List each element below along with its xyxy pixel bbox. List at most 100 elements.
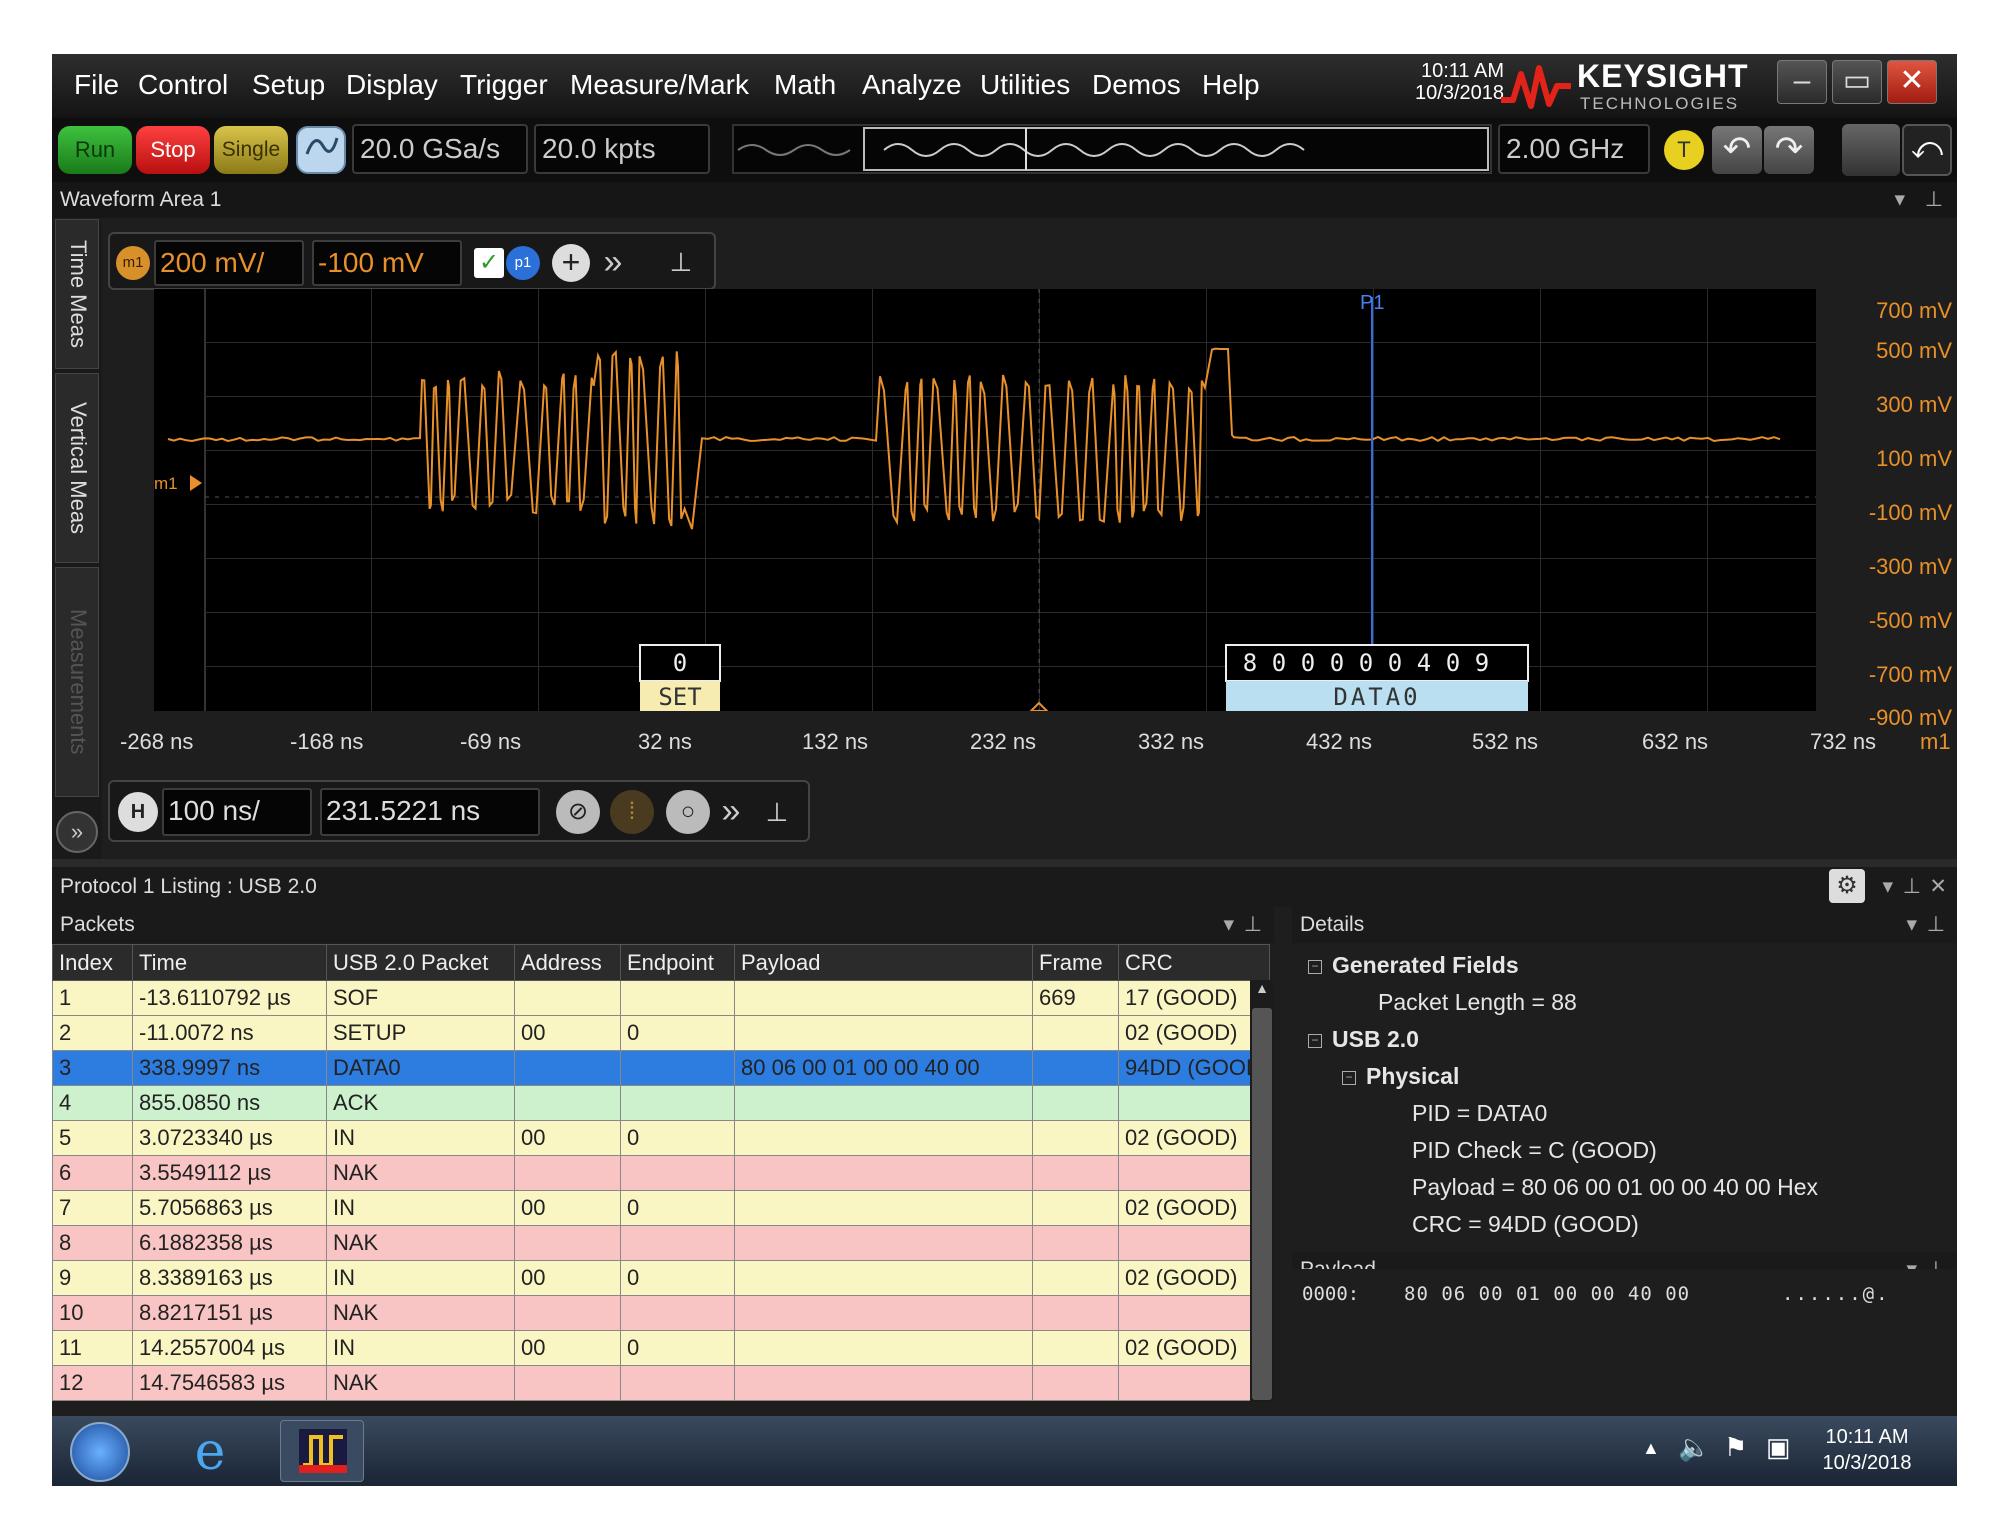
redo-icon[interactable]: ↷ [1764, 126, 1814, 174]
details-tree-node[interactable]: CRC = 94DD (GOOD) [1412, 1211, 1639, 1238]
menu-utilities[interactable]: Utilities [980, 69, 1070, 101]
zero-delay-icon[interactable]: ⊘ [556, 790, 600, 834]
tree-collapse-icon[interactable]: − [1308, 960, 1322, 974]
undo-icon[interactable]: ↶ [1712, 126, 1762, 174]
close-icon[interactable]: ✕ [1929, 867, 1947, 907]
scrollbar-thumb[interactable] [1252, 1008, 1272, 1400]
column-header[interactable]: USB 2.0 Packet [327, 945, 515, 981]
panel-layout-icon[interactable] [1842, 124, 1900, 176]
menu-setup[interactable]: Setup [252, 69, 325, 101]
menu-control[interactable]: Control [138, 69, 228, 101]
start-button-icon[interactable] [70, 1422, 130, 1482]
column-header[interactable]: Index [53, 945, 133, 981]
stop-button[interactable]: Stop [136, 126, 210, 174]
column-header[interactable]: Time [133, 945, 327, 981]
menu-display[interactable]: Display [346, 69, 438, 101]
packet-row[interactable]: 9 8.3389163 µs IN 00 0 02 (GOOD) [53, 1261, 1270, 1296]
network-icon[interactable]: ▣ [1766, 1432, 1791, 1463]
scroll-up-icon[interactable]: ▲ [1254, 980, 1270, 1002]
sample-rate-readout[interactable]: 20.0 GSa/s [352, 124, 528, 174]
probe-badge[interactable]: p1 [506, 246, 540, 280]
action-center-flag-icon[interactable]: ⚑ [1724, 1432, 1747, 1463]
column-header[interactable]: Address [515, 945, 621, 981]
packets-scrollbar[interactable]: ▲ [1250, 980, 1274, 1402]
run-button[interactable]: Run [58, 126, 132, 174]
internet-explorer-icon[interactable]: e [180, 1424, 240, 1480]
panel-dropdown-icon[interactable]: ▾ [1894, 182, 1905, 218]
tab-time-meas[interactable]: Time Meas [55, 219, 99, 369]
packet-row[interactable]: 8 6.1882358 µs NAK [53, 1226, 1270, 1261]
math-badge[interactable]: m1 [116, 246, 150, 280]
checkbox-checked-icon[interactable]: ✓ [474, 248, 504, 278]
details-tree-node[interactable]: Packet Length = 88 [1378, 989, 1577, 1016]
packet-row[interactable]: 1 -13.6110792 µs SOF 669 17 (GOOD) [53, 981, 1270, 1016]
details-tree-node[interactable]: PID = DATA0 [1412, 1100, 1547, 1127]
zoom-window-icon[interactable]: ⁞ [610, 790, 654, 834]
panel-dropdown-icon[interactable]: ▾ [1882, 867, 1893, 907]
pin-icon[interactable]: ⊥ [762, 790, 792, 834]
single-button[interactable]: Single [214, 126, 288, 174]
time-position-field[interactable]: 231.5221 ns [320, 788, 540, 836]
volume-icon[interactable]: 🔈 [1678, 1432, 1710, 1463]
panel-pin-icon[interactable]: ⊥ [1925, 182, 1943, 218]
taskbar-clock[interactable]: 10:11 AM 10/3/2018 [1812, 1424, 1922, 1476]
bandwidth-readout[interactable]: 2.00 GHz [1498, 124, 1650, 174]
close-icon[interactable]: ✕ [1887, 60, 1937, 104]
memory-depth-readout[interactable]: 20.0 kpts [534, 124, 710, 174]
menu-file[interactable]: File [74, 69, 119, 101]
tab-vertical-meas[interactable]: Vertical Meas [55, 373, 99, 563]
minimize-icon[interactable]: – [1777, 60, 1827, 104]
panel-pin-icon[interactable]: ⊥ [1927, 907, 1945, 943]
packet-row[interactable]: 3 338.9997 ns DATA0 80 06 00 01 00 00 40 00… [53, 1051, 1270, 1086]
packet-row[interactable]: 10 8.8217151 µs NAK [53, 1296, 1270, 1331]
waveform-plot[interactable]: P1 m1 0 SET 800000409 DATA0 [154, 289, 1816, 711]
menu-math[interactable]: Math [774, 69, 836, 101]
packet-row[interactable]: 6 3.5549112 µs NAK [53, 1156, 1270, 1191]
settings-gear-icon[interactable]: ⚙ [1829, 869, 1865, 903]
vertical-scale-field[interactable]: 200 mV/ [154, 240, 304, 286]
tree-collapse-icon[interactable]: − [1308, 1034, 1322, 1048]
magnify-icon[interactable]: ○ [666, 790, 710, 834]
ground-reference-icon[interactable] [190, 475, 202, 491]
column-header[interactable]: Frame [1033, 945, 1119, 981]
packet-row[interactable]: 11 14.2557004 µs IN 00 0 02 (GOOD) [53, 1331, 1270, 1366]
packet-row[interactable]: 5 3.0723340 µs IN 00 0 02 (GOOD) [53, 1121, 1270, 1156]
panel-pin-icon[interactable]: ⊥ [1903, 867, 1921, 907]
panel-splitter[interactable] [52, 859, 1957, 867]
details-tree-node[interactable]: PID Check = C (GOOD) [1412, 1137, 1657, 1164]
expand-more-icon[interactable]: » [596, 242, 630, 282]
time-scale-field[interactable]: 100 ns/ [162, 788, 312, 836]
decode-data0[interactable]: 800000409 DATA0 [1226, 645, 1528, 711]
packet-row[interactable]: 2 -11.0072 ns SETUP 00 0 02 (GOOD) [53, 1016, 1270, 1051]
column-header[interactable]: Payload [735, 945, 1033, 981]
details-tree-node[interactable]: USB 2.0 [1332, 1026, 1419, 1053]
menu-demos[interactable]: Demos [1092, 69, 1181, 101]
packet-row[interactable]: 12 14.7546583 µs NAK [53, 1366, 1270, 1401]
trigger-badge[interactable]: T [1664, 130, 1704, 170]
expand-more-icon[interactable]: » [714, 790, 748, 834]
menu-analyze[interactable]: Analyze [862, 69, 962, 101]
pin-icon[interactable]: ⊥ [666, 242, 696, 282]
panel-dropdown-icon[interactable]: ▾ [1906, 907, 1917, 943]
tree-collapse-icon[interactable]: − [1342, 1071, 1356, 1085]
maximize-icon[interactable]: ▭ [1832, 60, 1882, 104]
tab-measurements[interactable]: Measurements [55, 567, 99, 797]
details-tree-node[interactable]: Payload = 80 06 00 01 00 00 40 00 Hex [1412, 1174, 1818, 1201]
packet-row[interactable]: 4 855.0850 ns ACK [53, 1086, 1270, 1121]
touch-toggle-icon[interactable]: ⤺ [1902, 124, 1952, 176]
waveform-overview[interactable] [732, 124, 1492, 174]
details-tree-node[interactable]: Physical [1366, 1063, 1459, 1090]
column-header[interactable]: CRC [1119, 945, 1270, 981]
menu-help[interactable]: Help [1202, 69, 1260, 101]
packet-row[interactable]: 7 5.7056863 µs IN 00 0 02 (GOOD) [53, 1191, 1270, 1226]
menu-trigger[interactable]: Trigger [460, 69, 548, 101]
tray-expand-icon[interactable]: ▲ [1642, 1438, 1660, 1459]
panel-dropdown-icon[interactable]: ▾ [1223, 907, 1234, 943]
menu-measure-mark[interactable]: Measure/Mark [570, 69, 749, 101]
horizontal-badge[interactable]: H [118, 792, 158, 832]
decode-setup[interactable]: 0 SET [640, 645, 720, 711]
expand-tabs-icon[interactable]: » [56, 811, 98, 853]
details-tree-node[interactable]: Generated Fields [1332, 952, 1519, 979]
add-icon[interactable]: + [552, 244, 590, 282]
column-header[interactable]: Endpoint [621, 945, 735, 981]
